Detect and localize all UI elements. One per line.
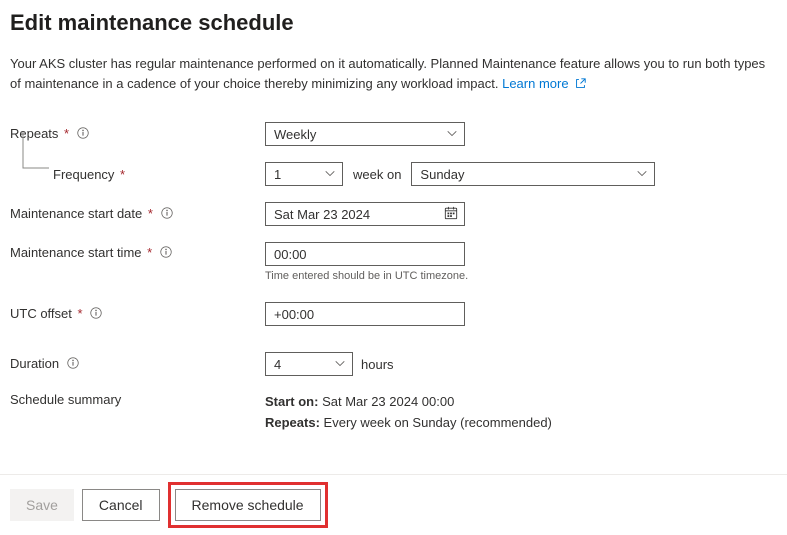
- learn-more-link[interactable]: Learn more: [502, 76, 586, 91]
- utc-offset-label-text: UTC offset: [10, 306, 72, 321]
- required-asterisk: *: [78, 306, 83, 321]
- summary-label: Schedule summary: [10, 392, 265, 407]
- chevron-down-icon: [334, 357, 346, 372]
- utc-offset-input[interactable]: [265, 302, 465, 326]
- save-button: Save: [10, 489, 74, 521]
- external-link-icon: [575, 75, 586, 95]
- duration-label: Duration: [10, 356, 265, 372]
- frequency-mid-text: week on: [353, 167, 401, 182]
- cancel-button[interactable]: Cancel: [82, 489, 160, 521]
- required-asterisk: *: [147, 245, 152, 260]
- repeats-value: Weekly: [274, 127, 316, 142]
- info-icon[interactable]: [90, 307, 102, 322]
- start-date-value: Sat Mar 23 2024: [274, 207, 370, 222]
- description-text: Your AKS cluster has regular maintenance…: [10, 54, 777, 94]
- required-asterisk: *: [148, 206, 153, 221]
- duration-unit: hours: [361, 357, 394, 372]
- info-icon[interactable]: [77, 127, 89, 142]
- duration-label-text: Duration: [10, 356, 59, 371]
- frequency-label: Frequency *: [53, 167, 265, 182]
- frequency-label-text: Frequency: [53, 167, 114, 182]
- calendar-icon[interactable]: [444, 206, 458, 223]
- summary-start-value: Sat Mar 23 2024 00:00: [322, 394, 454, 409]
- utc-offset-label: UTC offset *: [10, 306, 265, 322]
- info-icon[interactable]: [67, 357, 79, 372]
- summary-content: Start on: Sat Mar 23 2024 00:00 Repeats:…: [265, 392, 552, 434]
- start-time-input[interactable]: [265, 242, 465, 266]
- remove-highlight: Remove schedule: [168, 482, 328, 528]
- summary-start-label: Start on:: [265, 394, 318, 409]
- start-date-label: Maintenance start date *: [10, 206, 265, 222]
- repeats-select[interactable]: Weekly: [265, 122, 465, 146]
- start-date-label-text: Maintenance start date: [10, 206, 142, 221]
- utc-offset-value[interactable]: [274, 307, 456, 322]
- footer-bar: Save Cancel Remove schedule: [0, 474, 787, 535]
- page-title: Edit maintenance schedule: [10, 10, 777, 36]
- info-icon[interactable]: [160, 246, 172, 261]
- frequency-day-select[interactable]: Sunday: [411, 162, 655, 186]
- duration-select[interactable]: 4: [265, 352, 353, 376]
- start-date-input[interactable]: Sat Mar 23 2024: [265, 202, 465, 226]
- chevron-down-icon: [324, 167, 336, 182]
- learn-more-label: Learn more: [502, 76, 568, 91]
- duration-value: 4: [274, 357, 281, 372]
- frequency-count-select[interactable]: 1: [265, 162, 343, 186]
- summary-repeats-label: Repeats:: [265, 415, 320, 430]
- start-time-label: Maintenance start time *: [10, 242, 265, 261]
- chevron-down-icon: [446, 127, 458, 142]
- start-time-value[interactable]: [274, 247, 456, 262]
- required-asterisk: *: [64, 126, 69, 141]
- tree-connector: [10, 162, 53, 186]
- start-time-hint: Time entered should be in UTC timezone.: [265, 270, 468, 282]
- info-icon[interactable]: [161, 207, 173, 222]
- summary-repeats-value: Every week on Sunday (recommended): [324, 415, 552, 430]
- chevron-down-icon: [636, 167, 648, 182]
- description-body: Your AKS cluster has regular maintenance…: [10, 56, 765, 91]
- remove-schedule-button[interactable]: Remove schedule: [175, 489, 321, 521]
- frequency-count-value: 1: [274, 167, 281, 182]
- required-asterisk: *: [120, 167, 125, 182]
- start-time-label-text: Maintenance start time: [10, 245, 142, 260]
- frequency-day-value: Sunday: [420, 167, 464, 182]
